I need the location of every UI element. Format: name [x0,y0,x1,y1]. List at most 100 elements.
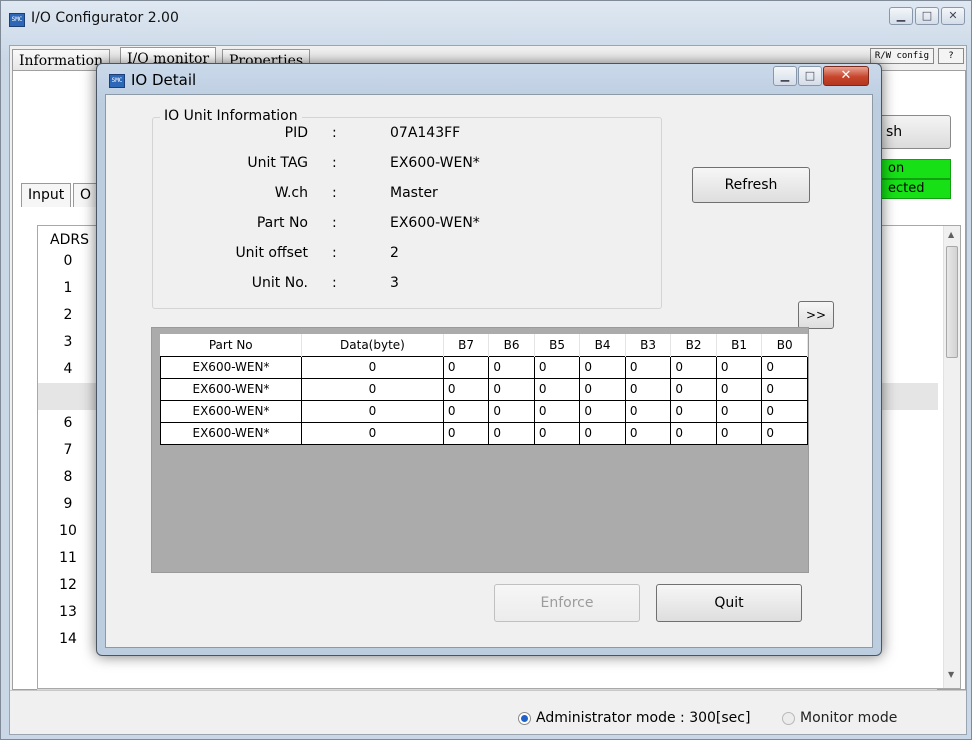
help-button[interactable]: ? [938,48,964,64]
table-cell[interactable]: 0 [301,355,444,379]
table-cell[interactable]: EX600-WEN* [160,377,302,401]
table-cell[interactable]: EX600-WEN* [160,421,302,445]
admin-mode-option[interactable]: Administrator mode : 300[sec] [518,710,750,726]
address-value: 7 [63,442,73,458]
table-cell[interactable]: 0 [442,355,490,379]
address-value: 3 [63,334,73,350]
list-item[interactable]: 9 [38,491,98,518]
rw-config-button[interactable]: R/W config [869,48,934,64]
table-cell[interactable]: 0 [761,355,808,379]
column-header[interactable]: B0 [761,334,808,356]
table-cell[interactable]: 0 [670,355,717,379]
column-header[interactable]: B6 [488,334,535,356]
window-controls: ▁ □ ✕ [889,7,965,25]
info-colon: : [332,185,337,201]
table-cell[interactable]: 0 [301,421,444,445]
table-cell[interactable]: 0 [579,421,626,445]
table-cell[interactable]: 0 [715,355,763,379]
table-cell[interactable]: 0 [761,421,808,445]
close-button[interactable]: ✕ [941,7,965,25]
vertical-scrollbar[interactable]: ▲ ▼ [943,226,960,688]
expand-button[interactable]: >> [798,301,834,329]
list-item[interactable]: 12 [38,572,98,599]
list-item[interactable]: 6 [38,410,98,437]
table-cell[interactable]: 0 [624,421,672,445]
table-row[interactable]: EX600-WEN* 0 0 0 0 0 0 0 0 0 [160,421,808,445]
address-value: 1 [63,280,73,296]
dialog-minimize-button[interactable]: ▁ [773,66,797,86]
table-cell[interactable]: 0 [533,421,581,445]
table-cell[interactable]: 0 [301,377,444,401]
table-cell[interactable]: 0 [488,377,535,401]
list-item[interactable]: 7 [38,437,98,464]
table-cell[interactable]: 0 [624,399,672,423]
table-row[interactable]: EX600-WEN* 0 0 0 0 0 0 0 0 0 [160,355,808,379]
column-header[interactable]: B4 [579,334,626,356]
table-cell[interactable]: 0 [533,377,581,401]
table-cell[interactable]: 0 [624,355,672,379]
column-header[interactable]: B5 [534,334,581,356]
table-cell[interactable]: 0 [715,399,763,423]
list-item[interactable]: 13 [38,599,98,626]
table-cell[interactable]: EX600-WEN* [160,399,302,423]
table-cell[interactable]: 0 [715,377,763,401]
subtab-input[interactable]: Input [21,183,72,207]
list-item[interactable]: 0 [38,248,98,275]
table-cell[interactable]: 0 [442,377,490,401]
table-row[interactable]: EX600-WEN* 0 0 0 0 0 0 0 0 0 [160,399,808,423]
column-header[interactable]: B3 [625,334,672,356]
table-cell[interactable]: 0 [488,421,535,445]
scroll-up-icon[interactable]: ▲ [948,230,954,239]
table-cell[interactable]: EX600-WEN* [160,355,302,379]
info-value: Master [390,185,438,201]
enforce-button[interactable]: Enforce [494,584,640,622]
table-cell[interactable]: 0 [670,399,717,423]
table-cell[interactable]: 0 [761,399,808,423]
table-cell[interactable]: 0 [488,355,535,379]
table-cell[interactable]: 0 [442,399,490,423]
table-cell[interactable]: 0 [301,399,444,423]
dialog-maximize-button[interactable]: □ [798,66,822,86]
maximize-button[interactable]: □ [915,7,939,25]
list-item[interactable]: 4 [38,356,98,383]
table-cell[interactable]: 0 [533,355,581,379]
table-cell[interactable]: 0 [442,421,490,445]
table-cell[interactable]: 0 [715,421,763,445]
table-cell[interactable]: 0 [579,399,626,423]
subtab-output[interactable]: O [73,183,99,207]
list-item[interactable]: 10 [38,518,98,545]
minimize-button[interactable]: ▁ [889,7,913,25]
refresh-button[interactable]: Refresh [692,167,810,203]
admin-mode-label: Administrator mode : 300[sec] [536,710,751,726]
radio-selected-icon[interactable] [518,711,531,725]
column-header[interactable]: B2 [670,334,717,356]
vertical-scroll-thumb[interactable] [946,246,958,358]
column-header[interactable]: B7 [443,334,490,356]
dialog-close-button[interactable]: ✕ [823,66,869,86]
list-item[interactable]: 2 [38,302,98,329]
publish-button[interactable]: sh [871,115,951,149]
radio-unselected-icon[interactable] [782,711,795,725]
table-row[interactable]: EX600-WEN* 0 0 0 0 0 0 0 0 0 [160,377,808,401]
monitor-mode-option[interactable]: Monitor mode [782,710,897,726]
scroll-down-icon[interactable]: ▼ [948,670,954,679]
address-value: 8 [63,469,73,485]
table-cell[interactable]: 0 [670,421,717,445]
list-item[interactable]: 14 [38,626,98,653]
table-cell[interactable]: 0 [579,377,626,401]
address-value: 13 [59,604,77,620]
column-header[interactable]: Data(byte) [301,334,444,356]
list-item[interactable]: 3 [38,329,98,356]
table-cell[interactable]: 0 [624,377,672,401]
table-cell[interactable]: 0 [670,377,717,401]
column-header[interactable]: Part No [160,334,302,356]
list-item[interactable]: 1 [38,275,98,302]
quit-button[interactable]: Quit [656,584,802,622]
list-item[interactable]: 8 [38,464,98,491]
table-cell[interactable]: 0 [579,355,626,379]
table-cell[interactable]: 0 [488,399,535,423]
table-cell[interactable]: 0 [533,399,581,423]
table-cell[interactable]: 0 [761,377,808,401]
list-item[interactable]: 11 [38,545,98,572]
column-header[interactable]: B1 [716,334,763,356]
